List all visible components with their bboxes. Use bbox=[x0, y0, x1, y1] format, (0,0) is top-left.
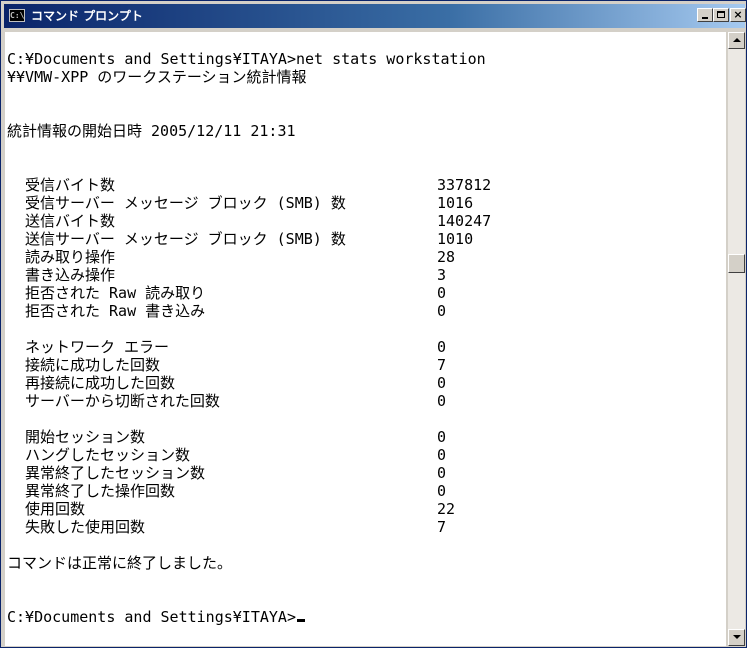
minimize-icon bbox=[702, 17, 708, 19]
scroll-up-arrow-icon bbox=[733, 38, 741, 42]
maximize-button[interactable] bbox=[713, 8, 729, 22]
stat-value: 0 bbox=[437, 338, 447, 356]
prompt-line[interactable]: C:¥Documents and Settings¥ITAYA> bbox=[7, 608, 305, 626]
title-bar[interactable]: C:\ コマンド プロンプト × bbox=[4, 4, 746, 28]
stat-label: 送信バイト数 bbox=[25, 212, 116, 230]
stat-value: 140247 bbox=[437, 212, 492, 230]
text-cursor bbox=[296, 619, 305, 622]
stat-label: 受信バイト数 bbox=[25, 176, 116, 194]
stat-value: 0 bbox=[437, 284, 447, 302]
stat-value: 28 bbox=[437, 248, 456, 266]
scroll-thumb[interactable] bbox=[728, 254, 745, 273]
stat-value: 0 bbox=[437, 374, 447, 392]
stat-value: 0 bbox=[437, 482, 447, 500]
stat-label: 異常終了した操作回数 bbox=[25, 482, 176, 500]
stat-label: 読み取り操作 bbox=[25, 248, 116, 266]
stat-value: 337812 bbox=[437, 176, 492, 194]
close-icon: × bbox=[733, 8, 743, 21]
scroll-up-button[interactable] bbox=[728, 32, 745, 49]
stat-label: 受信サーバー メッセージ ブロック (SMB) 数 bbox=[25, 194, 346, 212]
result-message: コマンドは正常に終了しました。 bbox=[7, 554, 233, 572]
stat-value: 1010 bbox=[437, 230, 474, 248]
stat-label: 異常終了したセッション数 bbox=[25, 464, 206, 482]
scroll-down-arrow-icon bbox=[733, 635, 741, 639]
stat-value: 7 bbox=[437, 518, 447, 536]
stats-since: 統計情報の開始日時 2005/12/11 21:31 bbox=[7, 122, 296, 140]
stat-value: 22 bbox=[437, 500, 456, 518]
console-output[interactable]: C:¥Documents and Settings¥ITAYA>net stat… bbox=[5, 32, 726, 646]
stat-label: 拒否された Raw 書き込み bbox=[25, 302, 206, 320]
stat-value: 3 bbox=[437, 266, 447, 284]
stat-value: 1016 bbox=[437, 194, 474, 212]
cmd-icon[interactable]: C:\ bbox=[9, 9, 25, 22]
stat-label: サーバーから切断された回数 bbox=[25, 392, 220, 410]
stat-label: 接続に成功した回数 bbox=[25, 356, 161, 374]
stat-value: 0 bbox=[437, 302, 447, 320]
prompt-text: C:¥Documents and Settings¥ITAYA> bbox=[7, 608, 296, 626]
stat-label: 再接続に成功した回数 bbox=[25, 374, 176, 392]
scroll-down-button[interactable] bbox=[728, 629, 745, 646]
stat-value: 7 bbox=[437, 356, 447, 374]
command-line: C:¥Documents and Settings¥ITAYA>net stat… bbox=[7, 50, 486, 68]
stat-value: 0 bbox=[437, 392, 447, 410]
stat-label: ハングしたセッション数 bbox=[25, 446, 191, 464]
stat-label: ネットワーク エラー bbox=[25, 338, 170, 356]
stat-value: 0 bbox=[437, 464, 447, 482]
stat-label: 開始セッション数 bbox=[25, 428, 146, 446]
stat-label: 失敗した使用回数 bbox=[25, 518, 146, 536]
minimize-button[interactable] bbox=[697, 8, 713, 22]
window-title: コマンド プロンプト bbox=[31, 9, 143, 23]
vertical-scrollbar[interactable] bbox=[728, 32, 745, 646]
stat-label: 送信サーバー メッセージ ブロック (SMB) 数 bbox=[25, 230, 346, 248]
stat-label: 拒否された Raw 読み取り bbox=[25, 284, 206, 302]
command-prompt-window: C:\ コマンド プロンプト × C:¥Documents and Settin… bbox=[0, 0, 747, 648]
maximize-icon bbox=[717, 11, 725, 18]
stat-label: 書き込み操作 bbox=[25, 266, 116, 284]
stat-value: 0 bbox=[437, 446, 447, 464]
close-button[interactable]: × bbox=[730, 8, 746, 22]
stat-value: 0 bbox=[437, 428, 447, 446]
stats-header: ¥¥VMW-XPP のワークステーション統計情報 bbox=[7, 68, 307, 86]
stat-label: 使用回数 bbox=[25, 500, 86, 518]
